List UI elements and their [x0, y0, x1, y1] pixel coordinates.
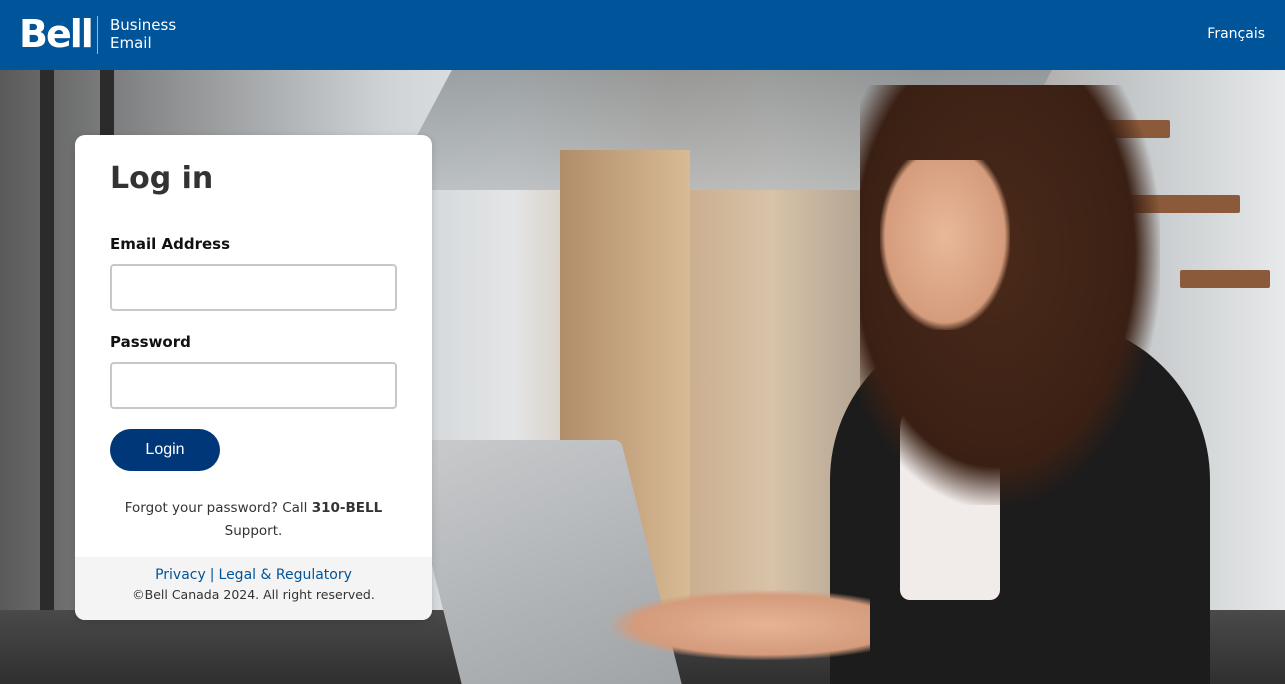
login-title: Log in [110, 161, 214, 196]
photo-shelf [1180, 270, 1270, 288]
photo-person-face [880, 160, 1010, 330]
copyright-text: ©Bell Canada 2024. All right reserved. [132, 587, 375, 602]
forgot-password-help: Forgot your password? Call 310-BELL Supp… [75, 497, 432, 543]
page: Bell Business Email Français Log in Emai… [0, 0, 1285, 684]
card-footer: Privacy | Legal & Regulatory ©Bell Canada … [75, 557, 432, 620]
email-field[interactable] [110, 264, 397, 311]
product-name-line2: Email [110, 34, 152, 52]
product-name-line1: Business [110, 16, 177, 34]
photo-person-hands [610, 590, 870, 660]
login-card: Log in Email Address Password Login Forg… [75, 135, 432, 620]
photo-window-post [40, 70, 54, 630]
help-suffix: Support. [224, 523, 283, 539]
language-toggle-link[interactable]: Français [1207, 26, 1265, 42]
help-number: 310-BELL [311, 500, 383, 516]
privacy-link[interactable]: Privacy [155, 567, 206, 583]
product-name: Business Email [110, 16, 176, 52]
top-header: Bell Business Email Français [0, 0, 1285, 70]
email-label: Email Address [110, 235, 231, 253]
login-button[interactable]: Login [110, 429, 220, 471]
footer-links: Privacy | Legal & Regulatory [75, 567, 432, 583]
help-prefix: Forgot your password? Call [124, 500, 312, 516]
bell-logo[interactable]: Bell [19, 12, 94, 56]
password-field[interactable] [110, 362, 397, 409]
logo-divider [97, 16, 98, 54]
password-label: Password [110, 333, 191, 351]
footer-separator: | [209, 567, 215, 583]
legal-regulatory-link[interactable]: Legal & Regulatory [219, 567, 352, 583]
